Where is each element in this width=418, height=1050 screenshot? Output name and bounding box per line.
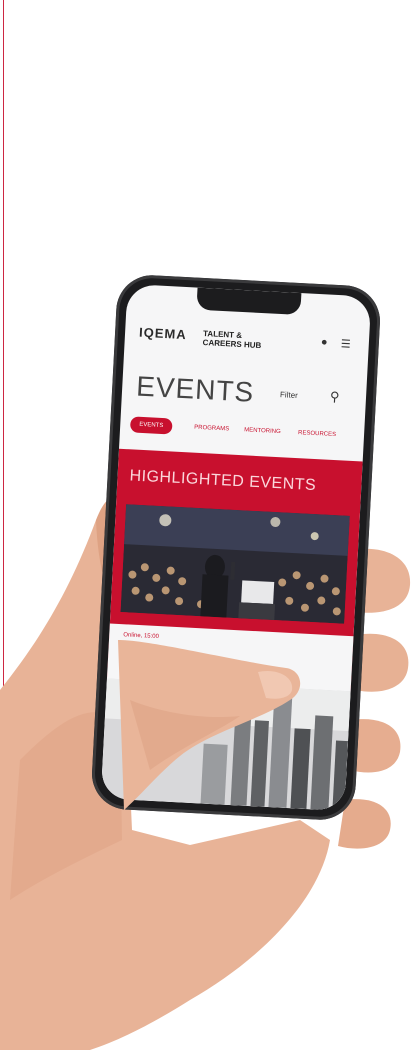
hub-title: TALENT & CAREERS HUB xyxy=(202,328,262,351)
tab-bar: EVENTS PROGRAMS MENTORING RESOURCES xyxy=(129,416,361,444)
city-photo[interactable] xyxy=(100,678,351,812)
phone-frame: IQEMA TALENT & CAREERS HUB ● ☰ EVENTS Fi… xyxy=(90,273,382,822)
event-photo[interactable] xyxy=(120,504,350,624)
search-icon[interactable]: ⚲ xyxy=(330,389,340,405)
highlighted-events-title: HIGHLIGHTED EVENTS xyxy=(129,467,317,495)
bell-icon[interactable]: ● xyxy=(321,336,328,348)
filter-button[interactable]: Filter xyxy=(280,390,298,400)
tab-programs[interactable]: PROGRAMS xyxy=(194,420,230,438)
tab-mentoring[interactable]: MENTORING xyxy=(244,422,281,440)
brand-logo[interactable]: IQEMA xyxy=(139,325,187,342)
phone-notch xyxy=(196,287,302,316)
tab-events[interactable]: EVENTS xyxy=(129,416,173,435)
phone-screen: IQEMA TALENT & CAREERS HUB ● ☰ EVENTS Fi… xyxy=(100,283,372,812)
page-title: EVENTS xyxy=(135,370,255,408)
app-header: IQEMA TALENT & CAREERS HUB ● ☰ xyxy=(124,320,370,373)
tab-resources[interactable]: RESOURCES xyxy=(298,425,337,443)
menu-icon[interactable]: ☰ xyxy=(340,337,351,351)
